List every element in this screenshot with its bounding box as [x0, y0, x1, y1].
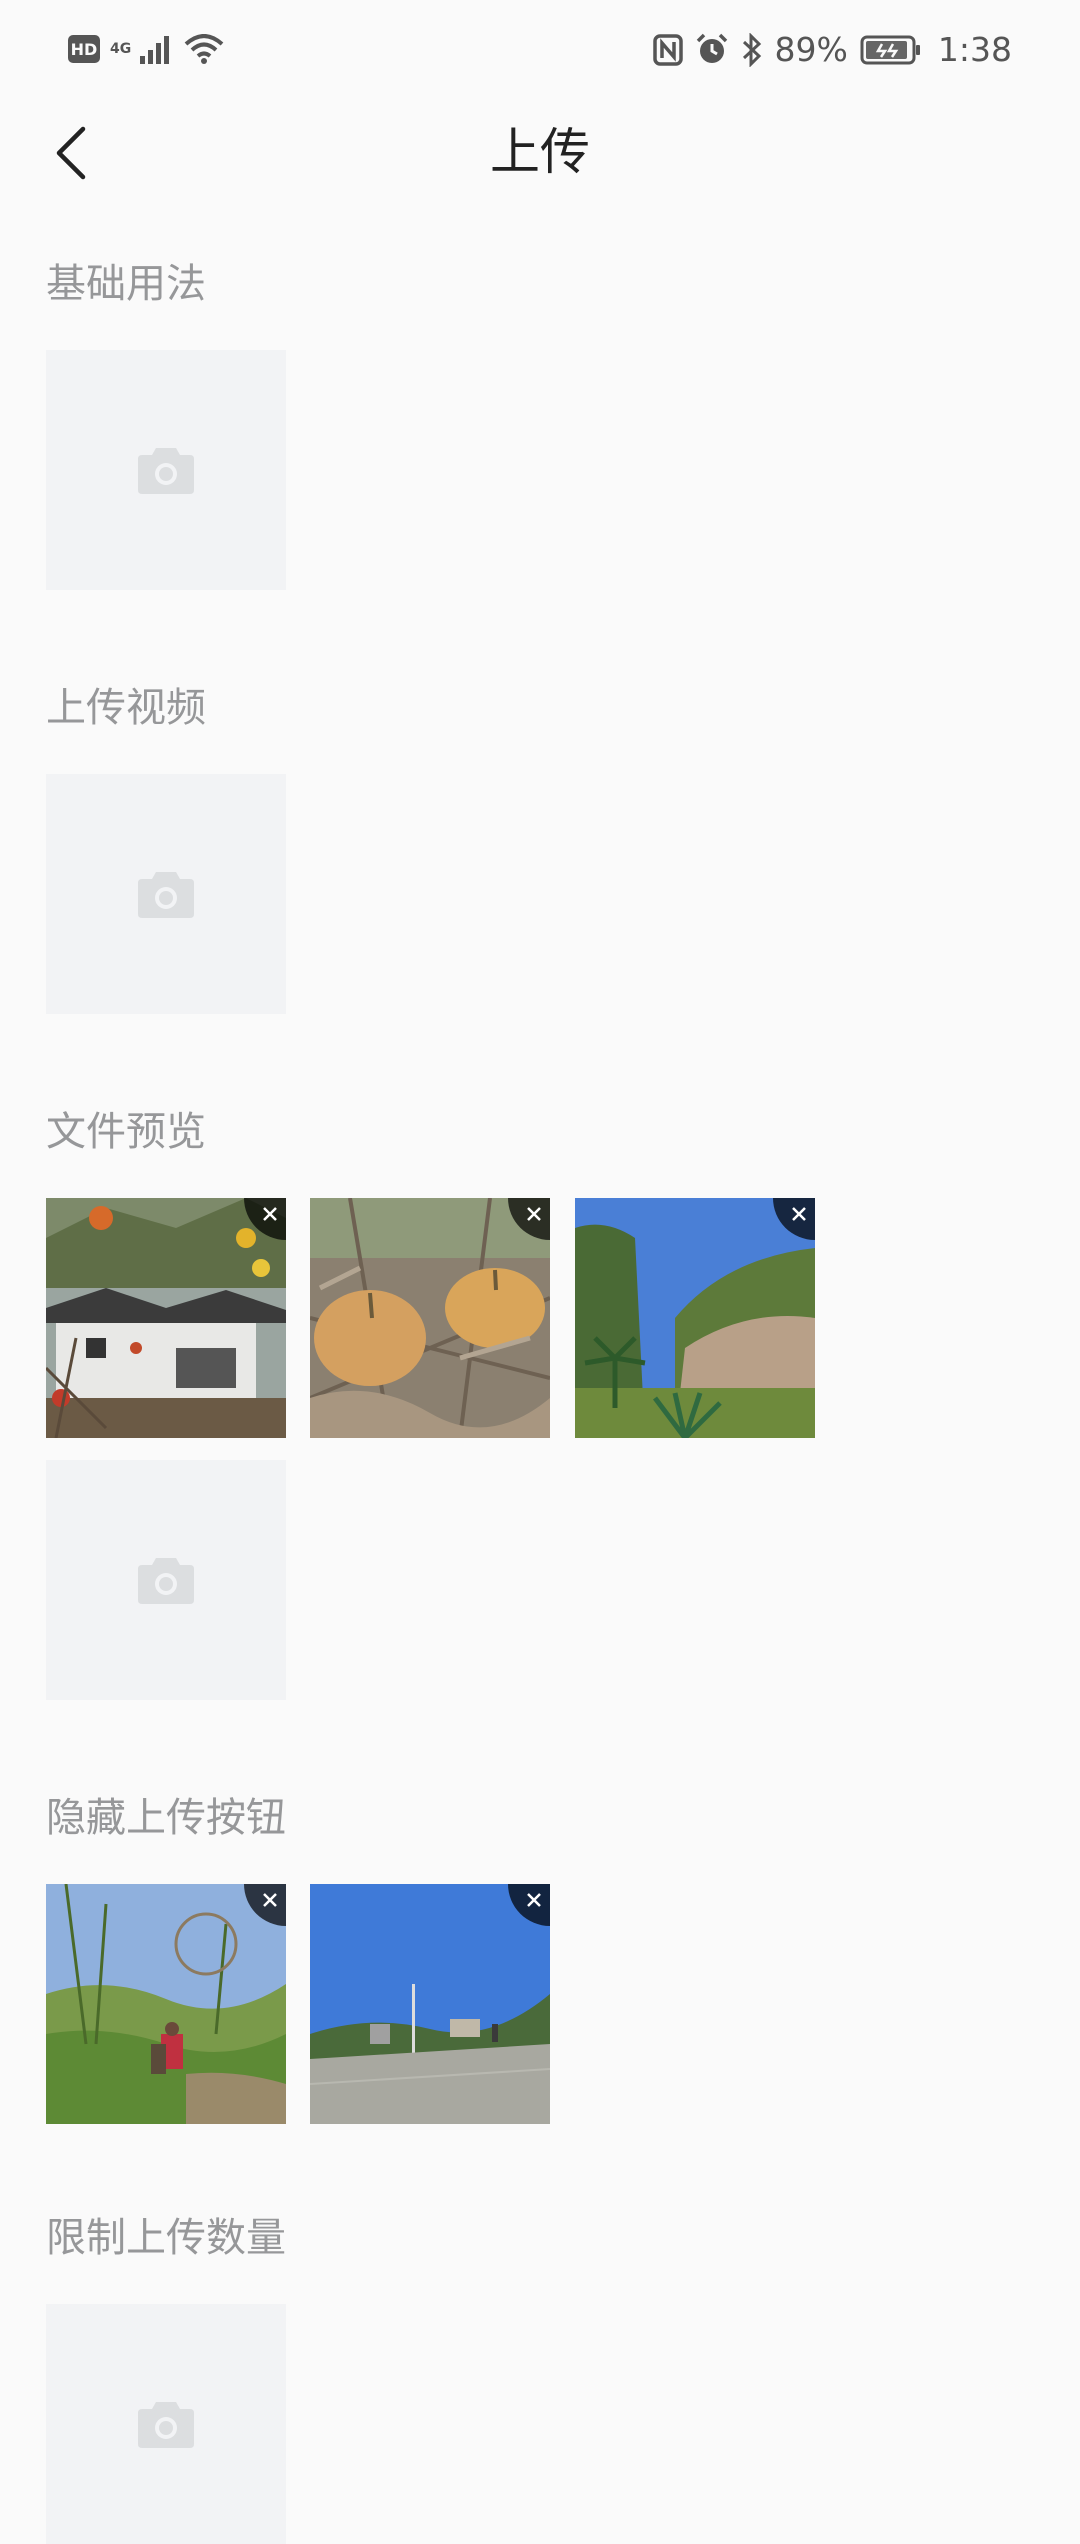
section-title-hide-button: 隐藏上传按钮: [46, 1795, 286, 1841]
road-photo: [310, 1884, 550, 2124]
status-right: 89% 1:38: [652, 30, 1012, 69]
nfc-icon: [652, 33, 683, 66]
status-left: HD 4G: [68, 34, 224, 64]
upload-button-video[interactable]: [46, 774, 286, 1014]
pumpkins-photo: [310, 1198, 550, 1438]
valley-photo: [575, 1198, 815, 1438]
page-title: 上传: [490, 123, 590, 181]
battery-percent: 89%: [774, 30, 848, 69]
preview-image-village[interactable]: [46, 1198, 286, 1438]
close-icon: [792, 1207, 806, 1221]
preview-image-valley[interactable]: [575, 1198, 815, 1438]
section-title-preview: 文件预览: [46, 1109, 206, 1155]
field-photo: [46, 1884, 286, 2124]
back-button[interactable]: [36, 118, 106, 188]
preview-image-pumpkins[interactable]: [310, 1198, 550, 1438]
village-photo: [46, 1198, 286, 1438]
close-icon: [527, 1207, 541, 1221]
section-title-basic: 基础用法: [46, 261, 206, 307]
preview-image-road[interactable]: [310, 1884, 550, 2124]
camera-icon: [138, 2402, 194, 2448]
section-title-video: 上传视频: [46, 685, 206, 731]
status-bar: HD 4G 89% 1:38: [0, 0, 1080, 104]
bluetooth-icon: [742, 32, 761, 67]
hd-badge: HD: [68, 35, 100, 63]
close-icon: [263, 1893, 277, 1907]
upload-button-limit[interactable]: [46, 2304, 286, 2544]
camera-icon: [138, 448, 194, 494]
upload-button-preview[interactable]: [46, 1460, 286, 1700]
wifi-icon: [184, 34, 224, 64]
preview-image-field[interactable]: [46, 1884, 286, 2124]
close-icon: [263, 1207, 277, 1221]
close-icon: [527, 1893, 541, 1907]
upload-button-basic[interactable]: [46, 350, 286, 590]
network-type: 4G: [110, 41, 132, 57]
chevron-left-icon: [56, 126, 86, 180]
signal-icon: [140, 36, 169, 64]
clock: 1:38: [937, 30, 1012, 69]
nav-bar: 上传: [0, 104, 1080, 200]
alarm-icon: [696, 33, 727, 63]
section-title-limit: 限制上传数量: [46, 2215, 286, 2261]
battery-icon: [860, 35, 920, 64]
camera-icon: [138, 1558, 194, 1604]
camera-icon: [138, 872, 194, 918]
